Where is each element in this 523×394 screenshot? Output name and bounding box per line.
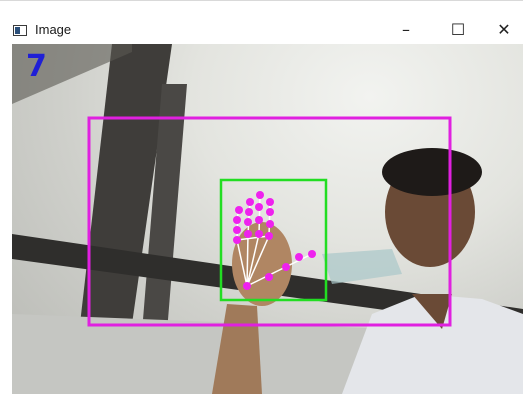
landmark-ring-tip: [246, 198, 254, 206]
window-title: Image: [35, 22, 72, 37]
landmark-thumb-3: [295, 253, 303, 261]
minimize-icon: –: [402, 20, 410, 39]
landmark-ring-3: [245, 208, 253, 216]
camera-scene: [12, 44, 523, 394]
background-object: [322, 249, 402, 284]
maximize-icon: ☐: [450, 20, 466, 39]
landmark-middle-tip: [256, 191, 264, 199]
landmark-middle-3: [255, 203, 263, 211]
landmark-thumb-2: [282, 263, 290, 271]
person-arm: [212, 304, 262, 394]
landmark-ring-2: [244, 218, 252, 226]
landmark-pinky-1: [233, 236, 241, 244]
landmark-thumb-1: [265, 273, 273, 281]
landmark-ring-1: [244, 230, 252, 238]
minimize-button[interactable]: –: [383, 15, 429, 45]
camera-frame: 7: [12, 44, 523, 394]
landmark-thumb-tip: [308, 250, 316, 258]
landmark-wrist: [243, 282, 251, 290]
close-button[interactable]: ✕: [481, 15, 523, 45]
landmark-index-3: [266, 208, 274, 216]
window-title-bar: Image – ☐ ✕: [0, 0, 523, 44]
maximize-button[interactable]: ☐: [435, 15, 481, 45]
close-icon: ✕: [497, 20, 511, 39]
finger-count: 7: [26, 49, 47, 84]
landmark-pinky-3: [233, 216, 241, 224]
app-window-icon: [13, 25, 27, 36]
landmark-index-tip: [266, 198, 274, 206]
landmark-middle-1: [255, 230, 263, 238]
landmark-middle-2: [255, 216, 263, 224]
landmark-pinky-tip: [235, 206, 243, 214]
landmark-index-2: [266, 220, 274, 228]
landmark-index-1: [265, 232, 273, 240]
person-hair: [382, 148, 482, 196]
landmark-pinky-2: [233, 226, 241, 234]
